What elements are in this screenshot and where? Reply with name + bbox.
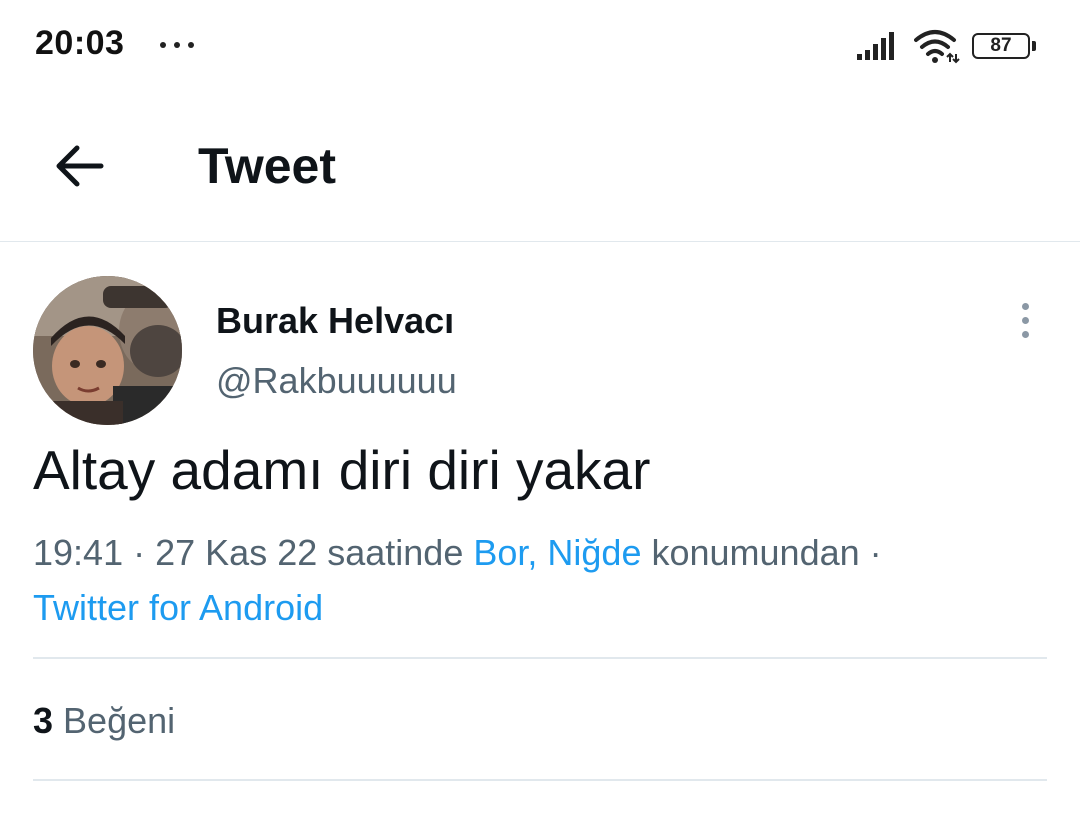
tweet-text: Altay adamı diri diri yakar bbox=[33, 439, 651, 501]
status-time: 20:03 bbox=[35, 24, 125, 62]
battery-level: 87 bbox=[972, 33, 1030, 59]
author-name[interactable]: Burak Helvacı bbox=[216, 300, 454, 342]
notification-dots-icon bbox=[160, 42, 194, 48]
likes-label: Beğeni bbox=[63, 700, 176, 741]
tweet-date: 27 Kas 22 saatinde bbox=[155, 532, 464, 573]
avatar-photo bbox=[33, 276, 182, 425]
tweet-meta: 19:41 · 27 Kas 22 saatinde Bor, Niğde ko… bbox=[33, 532, 882, 628]
wifi-icon bbox=[914, 30, 960, 64]
status-bar: 20:03 87 bbox=[0, 0, 1080, 95]
vertical-dots-icon bbox=[1021, 302, 1029, 310]
signal-icon bbox=[857, 32, 894, 60]
header: Tweet bbox=[0, 95, 1080, 242]
likes-number: 3 bbox=[33, 700, 54, 741]
tweet-location-suffix: konumundan bbox=[651, 532, 860, 573]
divider bbox=[33, 779, 1047, 781]
author-handle[interactable]: @Rakbuuuuuu bbox=[216, 360, 457, 402]
more-options-button[interactable] bbox=[1005, 300, 1045, 340]
back-button[interactable] bbox=[44, 131, 114, 201]
tweet-location-link[interactable]: Bor, Niğde bbox=[473, 532, 641, 573]
divider bbox=[33, 657, 1047, 659]
avatar[interactable] bbox=[33, 276, 182, 425]
arrow-left-icon bbox=[56, 145, 104, 187]
tweet-source-link[interactable]: Twitter for Android bbox=[33, 587, 323, 628]
tweet-time: 19:41 bbox=[33, 532, 124, 573]
battery-icon: 87 bbox=[972, 33, 1036, 59]
likes-count[interactable]: 3 Beğeni bbox=[33, 700, 175, 742]
page-title: Tweet bbox=[198, 138, 336, 194]
